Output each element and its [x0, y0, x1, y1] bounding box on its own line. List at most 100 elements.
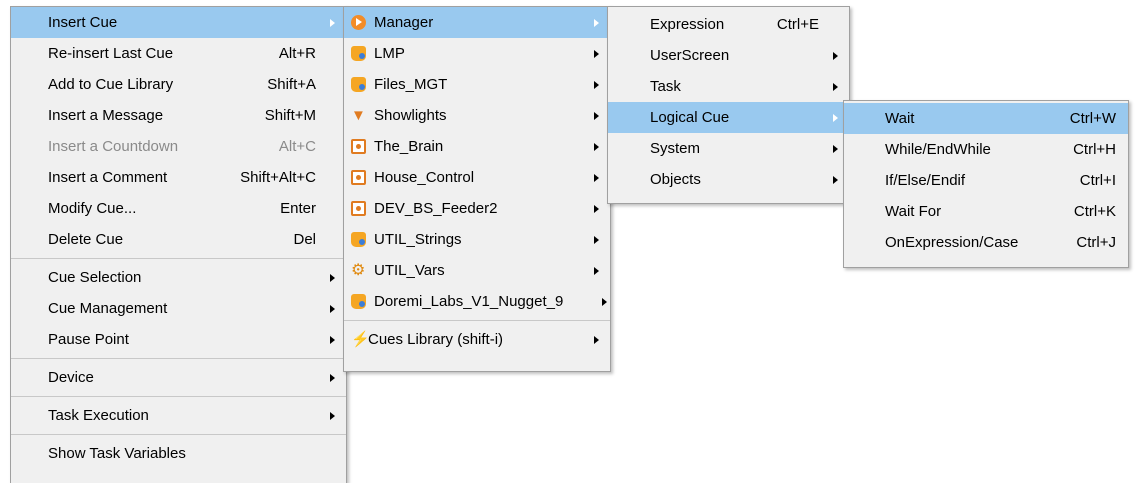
submenu-logical-cue: Wait Ctrl+W While/EndWhile Ctrl+H If/Els… — [843, 100, 1129, 268]
menu-item-label: If/Else/Endif — [885, 172, 966, 189]
device-box-icon — [351, 170, 366, 185]
menu-item-shortcut: Shift+M — [264, 107, 316, 124]
menu-item-the-brain[interactable]: The_Brain — [344, 131, 610, 162]
menu-item-label: UserScreen — [650, 47, 730, 64]
menu-item-shortcut: Shift+A — [267, 76, 316, 93]
menu-item-pause-point[interactable]: Pause Point — [11, 324, 346, 355]
menu-item-label: Add to Cue Library — [48, 76, 174, 93]
menu-item-label: Files_MGT — [374, 76, 448, 93]
manager-play-icon — [351, 15, 366, 30]
menu-item-label: Wait For — [885, 203, 942, 220]
menu-item-label: Logical Cue — [650, 109, 730, 126]
menu-separator — [11, 258, 346, 259]
menu-item-modify-cue[interactable]: Modify Cue... Enter — [11, 193, 346, 224]
menu-item-device[interactable]: Device — [11, 362, 346, 393]
menu-item-label: Cue Management — [48, 300, 168, 317]
submenu-arrow-icon — [330, 19, 335, 27]
menu-item-label: Expression — [650, 16, 725, 33]
menu-item-logical-cue[interactable]: Logical Cue — [608, 102, 849, 133]
device-box-icon — [351, 139, 366, 154]
menu-item-label: Task Execution — [48, 407, 149, 424]
menu-item-doremi-labs[interactable]: Doremi_Labs_V1_Nugget_9 — [344, 286, 610, 317]
menu-item-onexpression-case[interactable]: OnExpression/Case Ctrl+J — [844, 227, 1128, 258]
menu-item-wait[interactable]: Wait Ctrl+W — [844, 103, 1128, 134]
menu-item-files-mgt[interactable]: Files_MGT — [344, 69, 610, 100]
menu-item-label: UTIL_Vars — [374, 262, 445, 279]
menu-item-reinsert-last-cue[interactable]: Re-insert Last Cue Alt+R — [11, 38, 346, 69]
device-box-icon — [351, 201, 366, 216]
database-icon — [351, 77, 366, 92]
submenu-arrow-icon — [833, 52, 838, 60]
menu-item-label: Showlights — [374, 107, 447, 124]
menu-item-add-to-cue-library[interactable]: Add to Cue Library Shift+A — [11, 69, 346, 100]
submenu-arrow-icon — [833, 176, 838, 184]
menu-item-task-execution[interactable]: Task Execution — [11, 400, 346, 431]
submenu-arrow-icon — [330, 336, 335, 344]
menu-item-while-endwhile[interactable]: While/EndWhile Ctrl+H — [844, 134, 1128, 165]
menu-item-label: Insert a Message — [48, 107, 164, 124]
menu-separator — [11, 434, 346, 435]
submenu-arrow-icon — [330, 412, 335, 420]
menu-item-system[interactable]: System — [608, 133, 849, 164]
menu-item-label: Show Task Variables — [48, 445, 186, 462]
menu-item-userscreen[interactable]: UserScreen — [608, 40, 849, 71]
context-menu-main: Insert Cue Re-insert Last Cue Alt+R Add … — [10, 6, 347, 483]
light-icon: ▼ — [351, 107, 366, 124]
menu-item-util-vars[interactable]: ⚙ UTIL_Vars — [344, 255, 610, 286]
menu-item-show-task-variables[interactable]: Show Task Variables — [11, 438, 346, 469]
menu-item-label: Delete Cue — [48, 231, 124, 248]
menu-item-util-strings[interactable]: UTIL_Strings — [344, 224, 610, 255]
menu-item-lmp[interactable]: LMP — [344, 38, 610, 69]
menu-item-label: While/EndWhile — [885, 141, 991, 158]
menu-item-label: Cues Library (shift-i) — [368, 331, 504, 348]
submenu-arrow-icon — [594, 267, 599, 275]
menu-item-label: Insert a Countdown — [48, 138, 179, 155]
lightning-icon: ⚡ — [351, 331, 370, 348]
menu-item-insert-comment[interactable]: Insert a Comment Shift+Alt+C — [11, 162, 346, 193]
submenu-arrow-icon — [833, 83, 838, 91]
submenu-arrow-icon — [330, 274, 335, 282]
submenu-arrow-icon — [330, 305, 335, 313]
menu-item-shortcut: Ctrl+W — [1069, 110, 1116, 127]
menu-item-cue-selection[interactable]: Cue Selection — [11, 262, 346, 293]
menu-item-cue-management[interactable]: Cue Management — [11, 293, 346, 324]
submenu-insert-cue: Manager LMP Files_MGT ▼ Showlights The_B… — [343, 6, 611, 372]
menu-item-dev-bs-feeder2[interactable]: DEV_BS_Feeder2 — [344, 193, 610, 224]
submenu-arrow-icon — [602, 298, 607, 306]
menu-item-label: Cue Selection — [48, 269, 142, 286]
menu-item-label: Pause Point — [48, 331, 129, 348]
menu-item-task[interactable]: Task — [608, 71, 849, 102]
menu-item-shortcut: Ctrl+I — [1079, 172, 1116, 189]
menu-item-label: Manager — [374, 14, 434, 31]
submenu-arrow-icon — [833, 145, 838, 153]
menu-item-insert-message[interactable]: Insert a Message Shift+M — [11, 100, 346, 131]
menu-item-label: Insert a Comment — [48, 169, 168, 186]
gear-icon: ⚙ — [351, 262, 366, 279]
menu-item-expression[interactable]: Expression Ctrl+E — [608, 9, 849, 40]
menu-separator — [11, 396, 346, 397]
database-icon — [351, 294, 366, 309]
menu-item-label: OnExpression/Case — [885, 234, 1019, 251]
submenu-arrow-icon — [594, 236, 599, 244]
menu-item-insert-cue[interactable]: Insert Cue — [11, 7, 346, 38]
menu-item-showlights[interactable]: ▼ Showlights — [344, 100, 610, 131]
menu-item-shortcut: Ctrl+K — [1073, 203, 1116, 220]
menu-item-label: Modify Cue... — [48, 200, 137, 217]
menu-item-objects[interactable]: Objects — [608, 164, 849, 195]
menu-item-shortcut: Shift+Alt+C — [240, 169, 316, 186]
database-icon — [351, 46, 366, 61]
menu-item-shortcut: Alt+C — [278, 138, 316, 155]
menu-item-delete-cue[interactable]: Delete Cue Del — [11, 224, 346, 255]
submenu-arrow-icon — [594, 19, 599, 27]
menu-item-shortcut: Ctrl+J — [1076, 234, 1116, 251]
menu-separator — [11, 358, 346, 359]
menu-item-label: LMP — [374, 45, 405, 62]
submenu-arrow-icon — [594, 143, 599, 151]
menu-item-cues-library[interactable]: ⚡ Cues Library (shift-i) — [344, 324, 610, 355]
menu-item-label: Doremi_Labs_V1_Nugget_9 — [374, 293, 564, 310]
menu-item-wait-for[interactable]: Wait For Ctrl+K — [844, 196, 1128, 227]
menu-item-house-control[interactable]: House_Control — [344, 162, 610, 193]
menu-item-manager[interactable]: Manager — [344, 7, 610, 38]
submenu-manager: Expression Ctrl+E UserScreen Task Logica… — [607, 6, 850, 204]
menu-item-if-else-endif[interactable]: If/Else/Endif Ctrl+I — [844, 165, 1128, 196]
